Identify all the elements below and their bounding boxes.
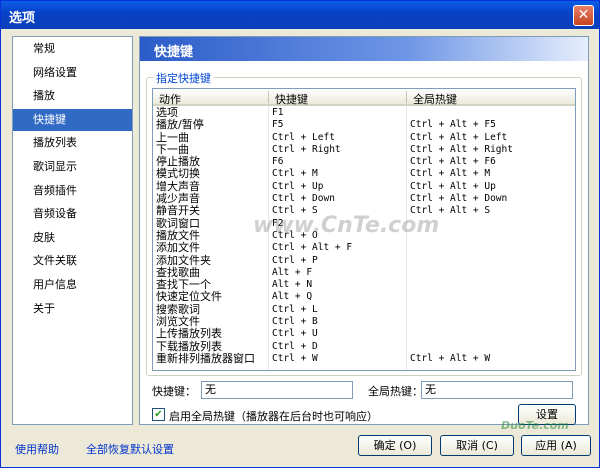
close-button[interactable]: ✕	[573, 5, 594, 26]
row-shortcut: Ctrl + Up	[272, 180, 324, 192]
sidebar-item[interactable]: 歌词显示	[13, 156, 132, 178]
table-row[interactable]: 模式切换 Ctrl + M Ctrl + Alt + M	[153, 167, 575, 181]
row-global-hotkey: Ctrl + Alt + F6	[410, 156, 496, 168]
table-row[interactable]: 停止播放 F6 Ctrl + Alt + F6	[153, 155, 575, 168]
row-global-hotkey: Ctrl + Alt + Up	[410, 180, 496, 192]
sidebar-item[interactable]: 文件关联	[13, 250, 132, 272]
sidebar-item[interactable]: 音频插件	[13, 180, 132, 202]
group-title: 指定快捷键	[153, 70, 214, 86]
sidebar-item[interactable]: 网络设置	[13, 62, 132, 84]
row-shortcut: Ctrl + M	[272, 168, 318, 180]
sidebar-item[interactable]: 皮肤	[13, 227, 132, 249]
cancel-button[interactable]: 取消 (C)	[440, 435, 514, 456]
table-row[interactable]: 增大声音 Ctrl + Up Ctrl + Alt + Up	[153, 180, 575, 193]
restore-defaults-link[interactable]: 全部恢复默认设置	[86, 441, 174, 457]
sidebar-item[interactable]: 播放列表	[13, 132, 132, 154]
table-row[interactable]: 查找歌曲 Alt + F	[153, 266, 575, 279]
table-row[interactable]: 添加文件夹 Ctrl + P	[153, 253, 575, 267]
table-row[interactable]: 下一曲 Ctrl + Right Ctrl + Alt + Right	[153, 143, 575, 156]
row-action: 模式切换	[156, 167, 200, 181]
row-shortcut: Ctrl + P	[272, 254, 318, 266]
global-hotkey-label: 全局热键：	[368, 385, 423, 398]
global-hotkey-field[interactable]: 无	[421, 381, 573, 399]
list-header: 动作 快捷键 全局热键	[153, 89, 575, 106]
row-shortcut: Alt + N	[272, 279, 313, 291]
row-shortcut: Alt + Q	[272, 291, 313, 303]
column-action[interactable]: 动作	[159, 91, 181, 107]
enable-hotkey-checkbox[interactable]: ✔	[152, 408, 165, 421]
sidebar-item[interactable]: 关于	[13, 298, 132, 320]
checkmark-icon: ✔	[154, 409, 163, 420]
table-row[interactable]: 减少声音 Ctrl + Down Ctrl + Alt + Down	[153, 192, 575, 205]
table-row[interactable]: 选项 F1	[153, 106, 575, 119]
shortcut-label: 快捷键：	[152, 385, 196, 398]
row-global-hotkey: Ctrl + Alt + M	[410, 168, 491, 180]
row-action: 上传播放列表	[156, 327, 222, 341]
sidebar-item[interactable]: 快捷键	[13, 108, 132, 131]
options-dialog: 选项 ✕ 常规 网络设置 播放 快捷键 播放列表 歌词显示 音频插件 音频设备 皮肤 文件关联 用户…	[0, 0, 600, 468]
panel-header: 快捷键	[140, 37, 588, 61]
table-row[interactable]: 添加文件 Ctrl + Alt + F	[153, 241, 575, 255]
apply-button[interactable]: 应用 (A)	[521, 435, 591, 456]
sidebar-item[interactable]: 播放	[13, 85, 132, 107]
row-shortcut: Ctrl + L	[272, 303, 318, 315]
panel-title: 快捷键	[154, 45, 194, 60]
row-global-hotkey: Ctrl + Alt + Left	[410, 131, 508, 143]
row-shortcut: Ctrl + Alt + F	[272, 242, 353, 254]
row-shortcut: F5	[272, 119, 284, 131]
row-action: 快速定位文件	[156, 290, 222, 304]
sidebar-item[interactable]: 常规	[13, 38, 132, 60]
row-shortcut: Ctrl + U	[272, 328, 318, 340]
row-shortcut: Ctrl + Down	[272, 193, 335, 205]
row-action: 静音开关	[156, 204, 200, 218]
watermark-center: www.CnTe.com	[253, 213, 440, 238]
watermark-corner: DuoTe.com	[501, 419, 569, 432]
table-row[interactable]: 上一曲 Ctrl + Left Ctrl + Alt + Left	[153, 131, 575, 144]
row-shortcut: Ctrl + Left	[272, 131, 335, 143]
column-divider[interactable]	[268, 91, 269, 103]
table-row[interactable]: 快速定位文件 Alt + Q	[153, 290, 575, 304]
row-global-hotkey: Ctrl + Alt + Down	[410, 193, 508, 205]
row-shortcut: Ctrl + D	[272, 340, 318, 352]
column-global-hotkey[interactable]: 全局热键	[413, 91, 457, 107]
window-title: 选项	[9, 11, 36, 26]
enable-hotkey-label[interactable]: 启用全局热键（播放器在后台时也可响应）	[169, 408, 378, 424]
row-global-hotkey: Ctrl + Alt + Right	[410, 143, 513, 155]
table-row[interactable]: 搜索歌词 Ctrl + L	[153, 303, 575, 316]
row-action: 播放/暂停	[156, 118, 204, 132]
shortcut-field[interactable]: 无	[201, 381, 353, 399]
row-shortcut: Alt + F	[272, 266, 313, 278]
row-global-hotkey: Ctrl + Alt + F5	[410, 119, 496, 131]
row-global-hotkey: Ctrl + Alt + W	[410, 352, 491, 364]
row-shortcut: Ctrl + B	[272, 316, 318, 328]
table-row[interactable]: 重新排列播放器窗口 Ctrl + W Ctrl + Alt + W	[153, 351, 575, 365]
help-link[interactable]: 使用帮助	[15, 441, 59, 457]
row-action: 重新排列播放器窗口	[156, 351, 255, 365]
row-shortcut: F1	[272, 107, 284, 118]
row-shortcut: Ctrl + W	[272, 352, 318, 364]
close-icon: ✕	[577, 7, 590, 23]
row-action: 添加文件夹	[156, 253, 211, 267]
row-shortcut: F6	[272, 156, 284, 168]
title-bar[interactable]: 选项 ✕	[1, 1, 599, 29]
sidebar-item[interactable]: 用户信息	[13, 274, 132, 296]
category-list: 常规 网络设置 播放 快捷键 播放列表 歌词显示 音频插件 音频设备 皮肤 文件关联 用户信息 关于	[12, 36, 133, 425]
column-divider[interactable]	[406, 91, 407, 103]
table-row[interactable]: 上传播放列表 Ctrl + U	[153, 327, 575, 341]
row-shortcut: Ctrl + Right	[272, 143, 341, 155]
sidebar-item[interactable]: 音频设备	[13, 203, 132, 225]
column-shortcut[interactable]: 快捷键	[275, 91, 308, 107]
row-action: 添加文件	[156, 241, 200, 255]
table-row[interactable]: 播放/暂停 F5 Ctrl + Alt + F5	[153, 118, 575, 132]
ok-button[interactable]: 确定 (O)	[358, 435, 432, 456]
